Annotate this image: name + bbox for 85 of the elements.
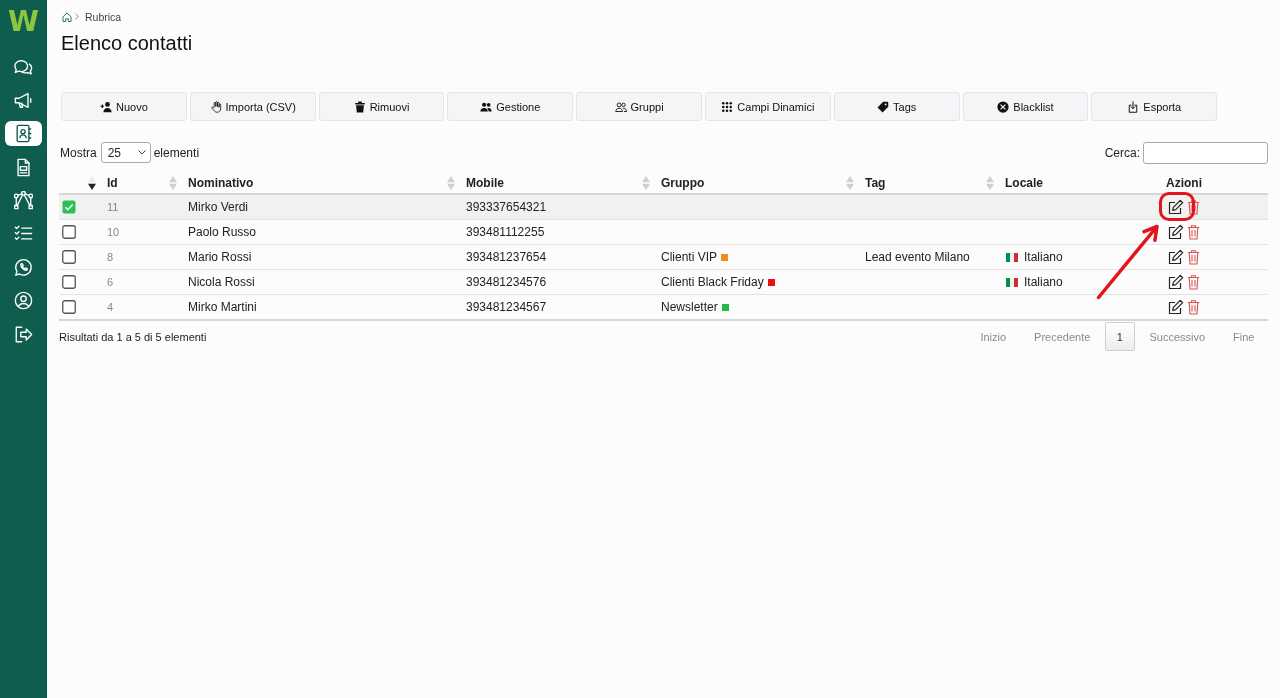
locale-name: Italiano: [1024, 275, 1063, 289]
column-header: Locale: [1005, 175, 1043, 190]
toolbar-button[interactable]: Esporta: [1091, 92, 1218, 121]
group-name: Newsletter: [661, 300, 718, 314]
dots-grid-icon: [721, 100, 734, 113]
column-header[interactable]: Nominativo: [188, 175, 254, 190]
row-id: 11: [107, 201, 119, 213]
trash-icon[interactable]: [1187, 224, 1200, 240]
trash-icon[interactable]: [1187, 249, 1200, 265]
tag-icon: [877, 100, 890, 113]
sidebar-nav-button[interactable]: [5, 121, 42, 147]
trash-icon: [353, 100, 366, 113]
row-checkbox[interactable]: [62, 300, 76, 314]
nodes-icon: [14, 191, 33, 211]
pencil-icon[interactable]: [1168, 274, 1184, 290]
toolbar-button[interactable]: Importa (CSV): [189, 92, 316, 121]
contact-name: Nicola Rossi: [188, 275, 255, 289]
users-icon: [480, 100, 493, 113]
row-id: 10: [107, 226, 120, 238]
row-checkbox[interactable]: [62, 250, 76, 264]
row-checkbox[interactable]: [62, 275, 76, 289]
pencil-icon[interactable]: [1168, 299, 1184, 315]
phone-number: 393481234567: [466, 300, 547, 314]
toolbar-button[interactable]: Gestione: [447, 92, 574, 121]
phone-number: 393337654321: [466, 200, 547, 214]
user-circle-icon: [14, 291, 33, 311]
locale-name: Italiano: [1024, 250, 1063, 264]
page-size-select[interactable]: 25: [100, 142, 151, 163]
flag-icon: [1006, 252, 1018, 262]
trash-icon[interactable]: [1187, 299, 1200, 315]
page-title: Elenco contatti: [61, 31, 193, 55]
phone-number: 393481237654: [466, 250, 547, 264]
entries-label: elementi: [153, 145, 200, 160]
search-field[interactable]: [1143, 141, 1268, 164]
download-tray-icon: [1127, 100, 1140, 113]
pencil-icon[interactable]: [1168, 224, 1184, 240]
toolbar-button[interactable]: Tags: [833, 92, 960, 121]
results-info: Risultati da 1 a 5 di 5 elementi: [59, 330, 207, 343]
app-logo: W: [8, 5, 39, 35]
home-icon[interactable]: [62, 11, 72, 22]
hand-icon: [209, 100, 222, 113]
toolbar-button[interactable]: Gruppi: [576, 92, 702, 121]
column-header[interactable]: Id: [107, 175, 118, 190]
contact-name: Mirko Verdi: [188, 200, 249, 214]
row-id: 4: [107, 301, 114, 313]
user-plus-icon: [100, 100, 112, 113]
trash-icon[interactable]: [1187, 274, 1200, 290]
search-label: Cerca:: [1104, 145, 1140, 160]
exit-arrow-icon: [14, 324, 33, 344]
pagination-button[interactable]: 1: [1104, 322, 1135, 351]
chat-bubbles-icon: [14, 57, 33, 77]
pencil-icon[interactable]: [1168, 249, 1184, 265]
row-checkbox[interactable]: [62, 225, 76, 239]
group-name: Clienti Black Friday: [661, 275, 764, 289]
sort-arrows-icon[interactable]: [88, 175, 96, 190]
chevron-right-icon: [75, 13, 79, 20]
phone-bubble-icon: [14, 257, 33, 277]
toolbar-button[interactable]: Campi Dinamici: [705, 92, 831, 121]
toolbar-button[interactable]: Nuovo: [61, 92, 187, 121]
row-id: 6: [107, 276, 114, 288]
column-header[interactable]: Gruppo: [661, 175, 705, 190]
breadcrumb-item: Rubrica: [85, 10, 122, 23]
contact-name: Mario Rossi: [188, 250, 252, 264]
group-name: Clienti VIP: [661, 250, 718, 264]
column-header[interactable]: Tag: [865, 175, 886, 190]
row-checkbox[interactable]: [62, 200, 76, 214]
toolbar-button[interactable]: Blacklist: [962, 92, 1089, 121]
row-id: 8: [107, 251, 114, 263]
megaphone-icon: [14, 90, 33, 110]
people-outline-icon: [614, 100, 627, 113]
column-header[interactable]: Mobile: [466, 175, 504, 190]
pencil-icon[interactable]: [1168, 199, 1184, 215]
contact-name: Paolo Russo: [188, 225, 257, 239]
phone-number: 393481234576: [466, 275, 547, 289]
flag-icon: [1006, 277, 1018, 287]
contact-name: Mirko Martini: [188, 300, 257, 314]
toolbar-button[interactable]: Rimuovi: [318, 92, 445, 121]
document-icon: [14, 157, 33, 177]
tag-name: Lead evento Milano: [865, 250, 970, 264]
chevron-down-icon: [137, 150, 146, 155]
show-label: Mostra: [60, 145, 97, 160]
phone-number: 393481112255: [466, 225, 545, 239]
trash-icon[interactable]: [1187, 199, 1200, 215]
address-book-icon: [14, 124, 33, 144]
column-header: Azioni: [1166, 175, 1202, 190]
